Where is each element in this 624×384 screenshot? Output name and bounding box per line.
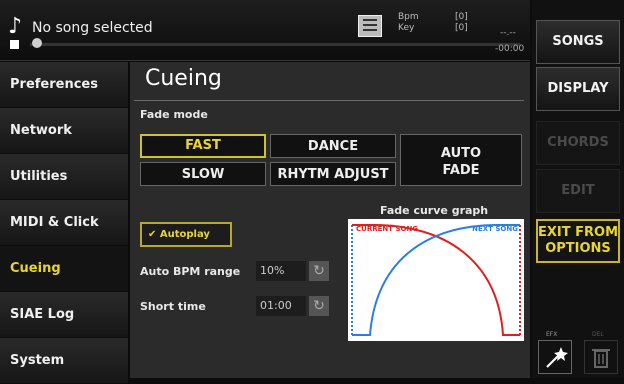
bpm-label: Bpm xyxy=(398,12,419,22)
fade-curve-svg: CURRENT SONG NEXT SONG xyxy=(351,224,521,337)
options-sidebar: Preferences Network Utilities MIDI & Cli… xyxy=(0,62,128,384)
exit-line2: OPTIONS xyxy=(545,241,611,256)
bpm-key-values: [0] [0] xyxy=(455,12,468,34)
fade-fast-button[interactable]: FAST xyxy=(140,134,266,158)
short-time-label: Short time xyxy=(140,300,206,313)
sidebar-item-utilities[interactable]: Utilities xyxy=(0,154,128,199)
sidebar-item-network[interactable]: Network xyxy=(0,108,128,153)
song-progress-bar[interactable] xyxy=(30,43,520,46)
auto-bpm-range-label: Auto BPM range xyxy=(140,265,241,278)
playlist-icon[interactable] xyxy=(358,15,382,37)
fade-mode-label: Fade mode xyxy=(140,108,208,121)
short-time-field[interactable]: 01:00 xyxy=(256,296,306,316)
music-note-icon: ♪ xyxy=(8,14,23,39)
page-title: Cueing xyxy=(145,66,222,91)
current-song-curve xyxy=(352,224,520,336)
autoplay-toggle[interactable]: ✔ Autoplay xyxy=(140,222,232,247)
next-song-label: NEXT SONG xyxy=(472,225,518,233)
next-song-curve xyxy=(352,224,520,336)
song-info-bar: ♪ No song selected Bpm Key [0] [0] --.--… xyxy=(0,0,530,61)
auto-fade-button[interactable]: AUTO FADE xyxy=(400,134,522,186)
fade-curve-graph: CURRENT SONG NEXT SONG xyxy=(348,219,524,341)
bpm-key-labels: Bpm Key xyxy=(398,12,419,34)
sidebar-item-preferences[interactable]: Preferences xyxy=(0,62,128,107)
display-button[interactable]: DISPLAY xyxy=(536,67,620,111)
fade-dance-button[interactable]: DANCE xyxy=(270,134,396,158)
autoplay-label: Autoplay xyxy=(159,229,210,240)
fade-slow-button[interactable]: SLOW xyxy=(140,162,266,186)
divider xyxy=(134,100,524,101)
magic-wand-icon[interactable] xyxy=(538,340,572,374)
bpm-value: [0] xyxy=(455,12,468,22)
exit-from-options-button[interactable]: EXIT FROM OPTIONS xyxy=(536,219,620,263)
stop-icon[interactable] xyxy=(10,40,19,49)
remaining-time: -00:00 xyxy=(495,44,525,54)
auto-fade-line2: FADE xyxy=(442,163,480,178)
key-value: [0] xyxy=(455,23,468,33)
sidebar-item-cueing[interactable]: Cueing xyxy=(0,246,128,291)
auto-fade-line1: AUTO xyxy=(440,146,482,161)
progress-knob[interactable] xyxy=(32,38,42,48)
sidebar-item-system[interactable]: System xyxy=(0,338,128,383)
sidebar-item-siae-log[interactable]: SIAE Log xyxy=(0,292,128,337)
fade-curve-graph-title: Fade curve graph xyxy=(380,204,489,217)
right-panel: SONGS DISPLAY CHORDS EDIT EXIT FROM OPTI… xyxy=(532,0,624,378)
time-dash: --.-- xyxy=(500,28,516,38)
cueing-panel: Cueing Fade mode FAST DANCE SLOW RHYTM A… xyxy=(130,62,530,378)
efx-label: EFX xyxy=(546,331,558,338)
key-label: Key xyxy=(398,23,415,33)
exit-line1: EXIT FROM xyxy=(538,225,619,240)
trash-icon[interactable] xyxy=(584,340,618,374)
sidebar-item-midi-click[interactable]: MIDI & Click xyxy=(0,200,128,245)
chords-button[interactable]: CHORDS xyxy=(536,121,620,165)
refresh-icon[interactable]: ↻ xyxy=(309,296,329,316)
fade-rhytm-adjust-button[interactable]: RHYTM ADJUST xyxy=(270,162,396,186)
edit-button[interactable]: EDIT xyxy=(536,169,620,213)
song-title: No song selected xyxy=(32,20,153,36)
current-song-label: CURRENT SONG xyxy=(356,225,418,233)
del-label: DEL xyxy=(592,331,604,338)
songs-button[interactable]: SONGS xyxy=(536,20,620,64)
refresh-icon[interactable]: ↻ xyxy=(309,261,329,281)
checkmark-icon: ✔ xyxy=(148,229,157,240)
auto-bpm-range-field[interactable]: 10% xyxy=(256,261,306,281)
